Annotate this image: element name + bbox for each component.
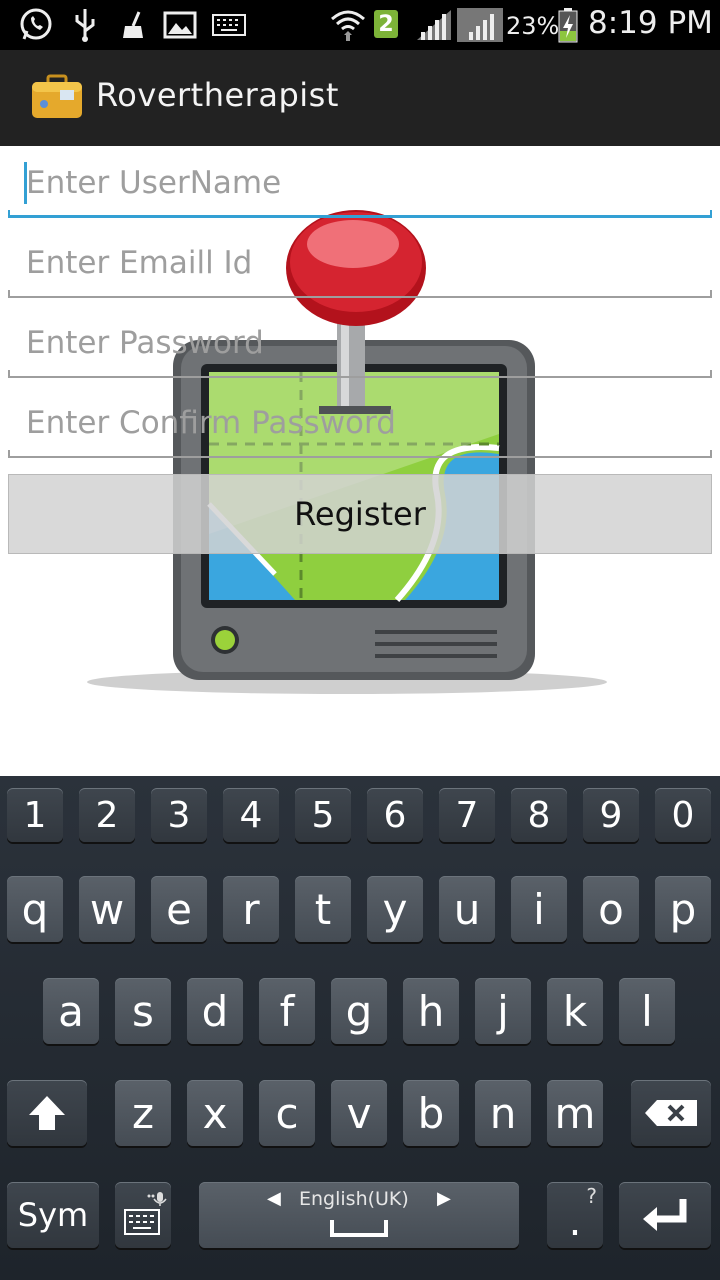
status-bar: 2 23% 8:19 PM [0, 0, 720, 50]
shift-arrow-icon [29, 1096, 65, 1130]
space-bar-icon [330, 1220, 388, 1237]
period-label: . [568, 1199, 582, 1245]
key-2[interactable]: 2 [79, 788, 135, 842]
image-icon [162, 8, 198, 42]
key-p[interactable]: p [655, 876, 711, 942]
register-button[interactable]: Register [8, 474, 712, 554]
shift-key[interactable] [7, 1080, 87, 1146]
backspace-key[interactable] [631, 1080, 711, 1146]
key-c[interactable]: c [259, 1080, 315, 1146]
language-left-arrow-icon: ◀ [267, 1188, 281, 1209]
backspace-icon [645, 1100, 697, 1126]
key-u[interactable]: u [439, 876, 495, 942]
suitcase-icon [30, 74, 84, 120]
key-m[interactable]: m [547, 1080, 603, 1146]
key-h[interactable]: h [403, 978, 459, 1044]
key-7[interactable]: 7 [439, 788, 495, 842]
signal-icon [456, 8, 504, 42]
password-input[interactable] [8, 308, 712, 378]
sim-badge: 2 [374, 10, 398, 38]
space-key[interactable]: ◀ English(UK) ▶ [199, 1182, 519, 1248]
key-l[interactable]: l [619, 978, 675, 1044]
app-title: Rovertherapist [96, 76, 339, 114]
usb-icon [70, 8, 100, 42]
key-s[interactable]: s [115, 978, 171, 1044]
key-f[interactable]: f [259, 978, 315, 1044]
password-underline [8, 370, 712, 378]
key-5[interactable]: 5 [295, 788, 351, 842]
keyboard-mic-icon [124, 1192, 167, 1235]
confirm-password-field[interactable] [8, 388, 712, 458]
wifi-icon [328, 8, 368, 42]
key-k[interactable]: k [547, 978, 603, 1044]
enter-arrow-icon [643, 1199, 687, 1231]
key-x[interactable]: x [187, 1080, 243, 1146]
clock: 8:19 PM [588, 5, 713, 41]
confirm-password-underline [8, 450, 712, 458]
keyboard-icon [212, 8, 246, 42]
period-key[interactable]: ? . [547, 1182, 603, 1248]
sym-key[interactable]: Sym [7, 1182, 99, 1248]
register-form: Register [0, 146, 720, 776]
key-0[interactable]: 0 [655, 788, 711, 842]
battery-percent: 23% [506, 12, 560, 40]
space-language-label: English(UK) [299, 1188, 409, 1210]
username-field[interactable] [8, 148, 712, 218]
signal-icon [414, 8, 454, 42]
email-field[interactable] [8, 228, 712, 298]
language-right-arrow-icon: ▶ [437, 1188, 451, 1209]
key-t[interactable]: t [295, 876, 351, 942]
key-q[interactable]: q [7, 876, 63, 942]
key-n[interactable]: n [475, 1080, 531, 1146]
email-underline [8, 290, 712, 298]
key-e[interactable]: e [151, 876, 207, 942]
email-input[interactable] [8, 228, 712, 298]
key-i[interactable]: i [511, 876, 567, 942]
enter-key[interactable] [619, 1182, 711, 1248]
period-alt-label: ? [586, 1184, 597, 1208]
key-6[interactable]: 6 [367, 788, 423, 842]
username-underline [8, 210, 712, 218]
key-a[interactable]: a [43, 978, 99, 1044]
confirm-password-input[interactable] [8, 388, 712, 458]
whatsapp-icon [16, 8, 56, 42]
key-o[interactable]: o [583, 876, 639, 942]
text-cursor [24, 162, 27, 204]
key-8[interactable]: 8 [511, 788, 567, 842]
username-input[interactable] [8, 148, 712, 218]
key-g[interactable]: g [331, 978, 387, 1044]
key-z[interactable]: z [115, 1080, 171, 1146]
key-4[interactable]: 4 [223, 788, 279, 842]
key-j[interactable]: j [475, 978, 531, 1044]
key-9[interactable]: 9 [583, 788, 639, 842]
key-w[interactable]: w [79, 876, 135, 942]
battery-charging-icon [556, 8, 580, 43]
key-3[interactable]: 3 [151, 788, 207, 842]
key-v[interactable]: v [331, 1080, 387, 1146]
key-b[interactable]: b [403, 1080, 459, 1146]
key-r[interactable]: r [223, 876, 279, 942]
soft-keyboard: 1 2 3 4 5 6 7 8 9 0 q w e r t y u i o p … [0, 776, 720, 1280]
password-field[interactable] [8, 308, 712, 378]
key-1[interactable]: 1 [7, 788, 63, 842]
broom-icon [118, 8, 148, 42]
key-d[interactable]: d [187, 978, 243, 1044]
key-y[interactable]: y [367, 876, 423, 942]
keyboard-settings-key[interactable] [115, 1182, 171, 1248]
